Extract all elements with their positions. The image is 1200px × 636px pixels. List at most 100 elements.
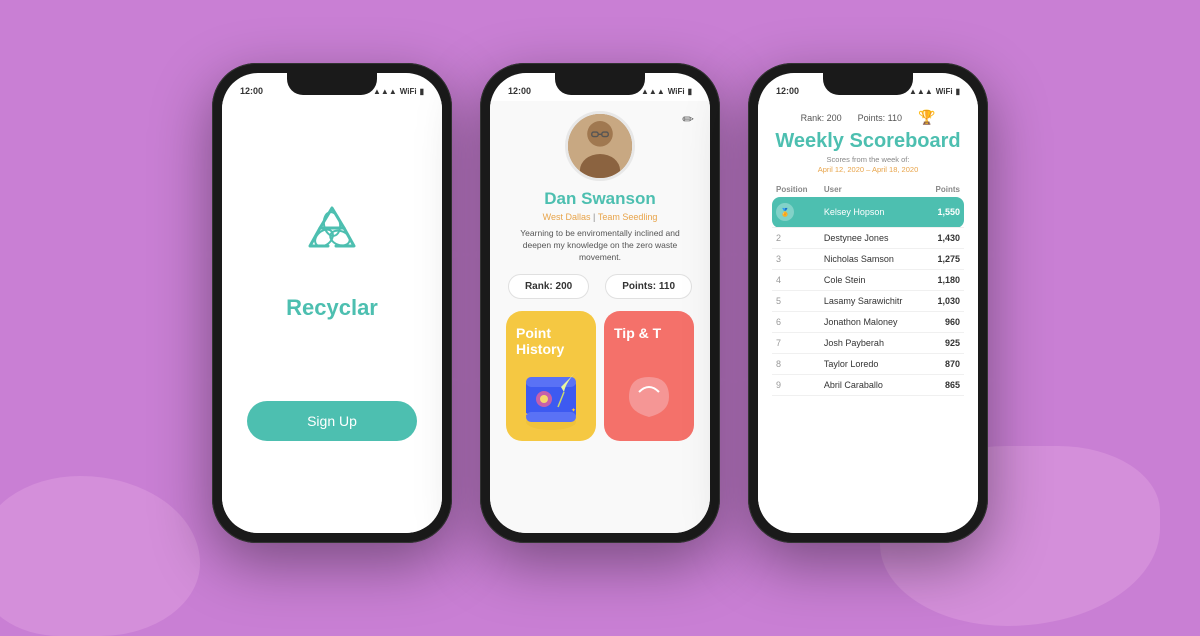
rank-value: 200 [556, 281, 573, 292]
status-icons-1: ▲▲▲ WiFi ▮ [373, 87, 424, 96]
points-value: 110 [659, 281, 675, 292]
table-header-row: Position User Points [772, 182, 964, 197]
trophy-icon: 🏆 [918, 109, 935, 126]
rank-box: Rank: 200 [508, 274, 589, 299]
time-2: 12:00 [508, 86, 531, 96]
scoreboard-title: Weekly Scoreboard [772, 130, 964, 153]
cell-points: 1,550 [925, 197, 964, 228]
cell-position: 4 [772, 270, 820, 291]
wifi-icon-2: WiFi [668, 87, 685, 96]
profile-location: West Dallas | Team Seedling [543, 212, 658, 222]
app-name: Recyclar [286, 295, 378, 321]
bg-decoration-left [0, 476, 200, 636]
scroll-illustration: ✦ ✦ [506, 357, 596, 437]
time-3: 12:00 [776, 86, 799, 96]
table-row: 2 Destynee Jones 1,430 [772, 228, 964, 249]
notch-1 [287, 73, 377, 95]
cell-points: 870 [925, 354, 964, 375]
cell-points: 865 [925, 375, 964, 396]
profile-bio: Yearning to be enviromentally inclined a… [506, 228, 694, 264]
cell-position: 2 [772, 228, 820, 249]
svg-text:✦: ✦ [571, 407, 576, 414]
col-position: Position [772, 182, 820, 197]
battery-icon: ▮ [420, 87, 424, 96]
wifi-icon-3: WiFi [936, 87, 953, 96]
cell-user: Kelsey Hopson [820, 197, 925, 228]
profile-name: Dan Swanson [544, 189, 655, 209]
cell-user: Josh Payberah [820, 333, 925, 354]
col-points: Points [925, 182, 964, 197]
wifi-icon: WiFi [400, 87, 417, 96]
avatar [565, 111, 635, 181]
table-row: 4 Cole Stein 1,180 [772, 270, 964, 291]
points-display: Points: 110 [858, 113, 902, 123]
svg-text:✦: ✦ [522, 410, 529, 419]
status-icons-3: ▲▲▲ WiFi ▮ [909, 87, 960, 96]
table-row: 3 Nicholas Samson 1,275 [772, 249, 964, 270]
cell-user: Destynee Jones [820, 228, 925, 249]
cell-position: 5 [772, 291, 820, 312]
cell-position: 7 [772, 333, 820, 354]
table-row: 5 Lasamy Sarawichitr 1,030 [772, 291, 964, 312]
cell-user: Abril Caraballo [820, 375, 925, 396]
cell-points: 1,275 [925, 249, 964, 270]
signal-icon-2: ▲▲▲ [641, 87, 665, 96]
table-row: 7 Josh Payberah 925 [772, 333, 964, 354]
cell-user: Nicholas Samson [820, 249, 925, 270]
points-box: Points: 110 [605, 274, 692, 299]
cell-position: 3 [772, 249, 820, 270]
cell-position: 6 [772, 312, 820, 333]
team-label: Team Seedling [598, 212, 658, 222]
cell-user: Taylor Loredo [820, 354, 925, 375]
scoreboard-date: April 12, 2020 – April 18, 2020 [772, 165, 964, 174]
card-point-history[interactable]: Point History [506, 311, 596, 441]
tips-illustration [619, 357, 679, 437]
notch-2 [555, 73, 645, 95]
phone-profile: 12:00 ▲▲▲ WiFi ▮ ✏ [480, 63, 720, 543]
battery-icon-2: ▮ [688, 87, 692, 96]
phone2-content: ✏ Dan Sw [490, 101, 710, 533]
table-row: 6 Jonathon Maloney 960 [772, 312, 964, 333]
col-user: User [820, 182, 925, 197]
card-point-history-title: Point History [516, 325, 586, 359]
recycle-icon-wrap [292, 194, 372, 279]
cell-position: 9 [772, 375, 820, 396]
cell-points: 1,430 [925, 228, 964, 249]
card-tips[interactable]: Tip & T [604, 311, 694, 441]
battery-icon-3: ▮ [956, 87, 960, 96]
status-icons-2: ▲▲▲ WiFi ▮ [641, 87, 692, 96]
signal-icon: ▲▲▲ [373, 87, 397, 96]
score-tbody: 🏅 Kelsey Hopson 1,5502 Destynee Jones 1,… [772, 197, 964, 396]
avatar-image [568, 114, 632, 178]
edit-icon[interactable]: ✏ [682, 111, 694, 128]
table-row: 9 Abril Caraballo 865 [772, 375, 964, 396]
cell-position: 8 [772, 354, 820, 375]
rank-label: Rank: [525, 281, 553, 292]
scoreboard-subtitle: Scores from the week of: [772, 155, 964, 164]
phone-scoreboard: 12:00 ▲▲▲ WiFi ▮ Rank: 200 Points: 110 🏆… [748, 63, 988, 543]
score-table: Position User Points 🏅 Kelsey Hopson 1,5… [772, 182, 964, 396]
phone-recyclar: 12:00 ▲▲▲ WiFi ▮ [212, 63, 452, 543]
cell-points: 1,180 [925, 270, 964, 291]
phone1-content: Recyclar Sign Up [222, 101, 442, 533]
notch-3 [823, 73, 913, 95]
cell-points: 1,030 [925, 291, 964, 312]
points-label: Points: [622, 281, 656, 292]
cell-user: Lasamy Sarawichitr [820, 291, 925, 312]
person-silhouette [568, 114, 632, 178]
signal-icon-3: ▲▲▲ [909, 87, 933, 96]
cell-position: 🏅 [772, 197, 820, 228]
phones-container: 12:00 ▲▲▲ WiFi ▮ [212, 63, 988, 543]
time-1: 12:00 [240, 86, 263, 96]
top-rank-row: Rank: 200 Points: 110 🏆 [772, 109, 964, 126]
cards-row: Point History [506, 311, 694, 441]
cell-user: Jonathon Maloney [820, 312, 925, 333]
card-tips-title: Tip & T [614, 325, 661, 342]
table-row: 🏅 Kelsey Hopson 1,550 [772, 197, 964, 228]
cell-points: 925 [925, 333, 964, 354]
cell-points: 960 [925, 312, 964, 333]
rank-points-row: Rank: 200 Points: 110 [508, 274, 692, 299]
signup-button[interactable]: Sign Up [247, 401, 417, 441]
cell-user: Cole Stein [820, 270, 925, 291]
recycle-icon [292, 194, 372, 274]
